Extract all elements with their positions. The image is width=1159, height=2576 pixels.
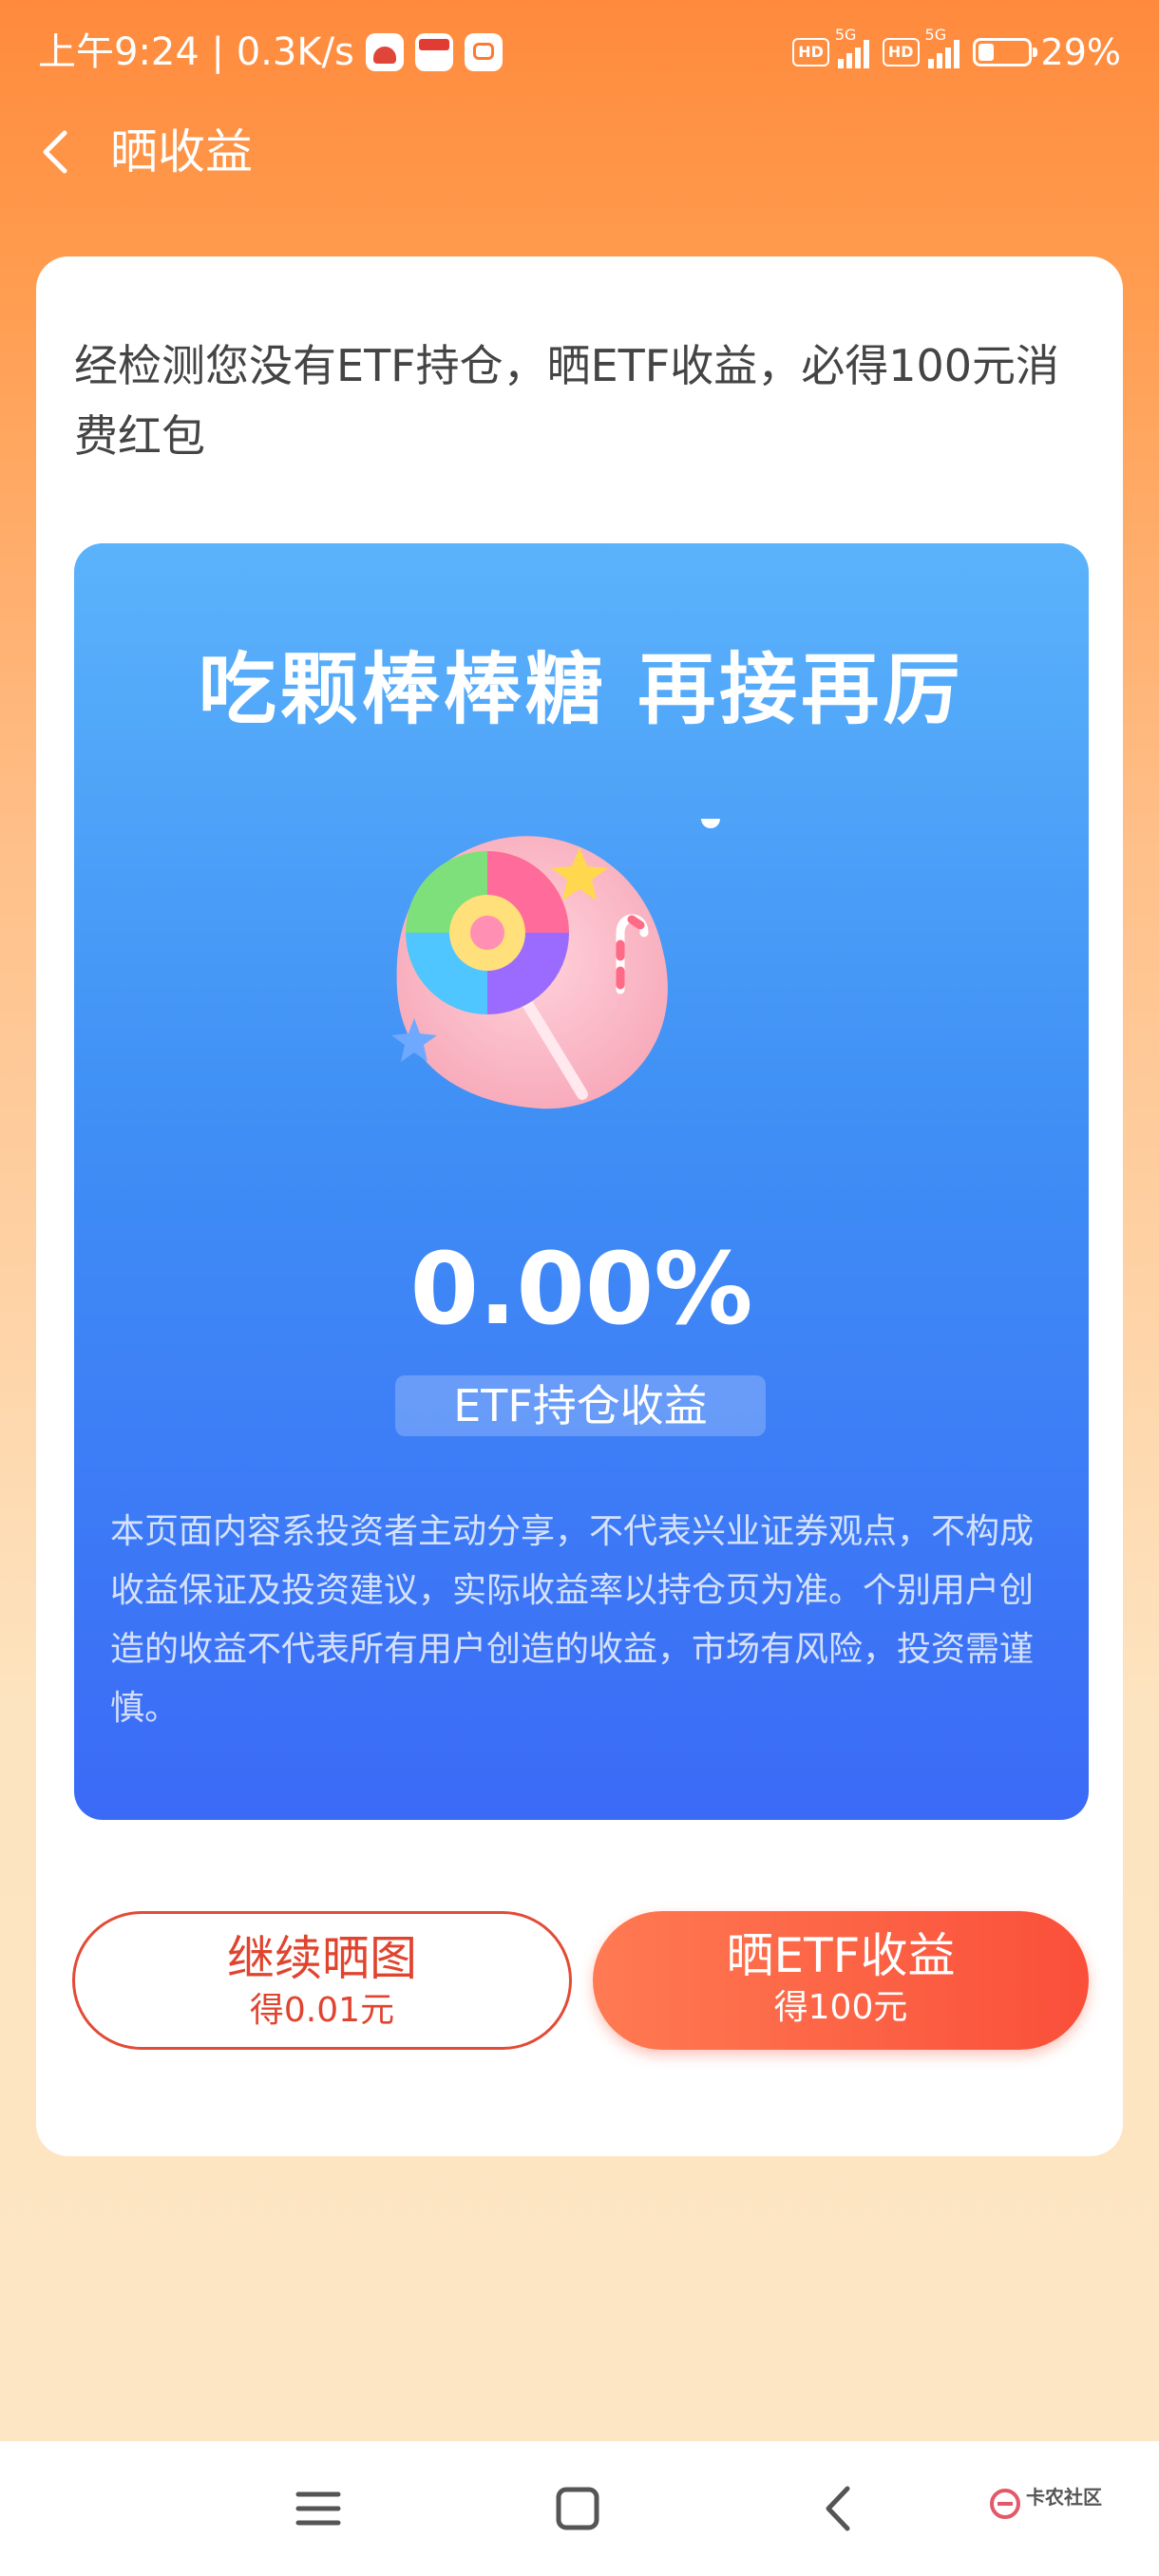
signal-icon: 5G [835, 27, 869, 68]
share-panel: 吃颗棒棒糖 再接再厉 0.00% ETF持仓收益 本页面内容系投资者主动分享，不… [74, 543, 1089, 1820]
menu-icon [295, 2491, 341, 2526]
main-card: 经检测您没有ETF持仓，晒ETF收益，必得100元消费红包 吃颗棒棒糖 再接再厉 [36, 256, 1123, 2156]
intro-text: 经检测您没有ETF持仓，晒ETF收益，必得100元消费红包 [74, 340, 1060, 462]
continue-share-button[interactable]: 继续晒图 得0.01元 [72, 1911, 572, 2050]
chevron-left-icon [43, 130, 67, 174]
system-nav-bar: 卡农社区 [0, 2441, 1159, 2576]
battery-percent: 29% [1040, 31, 1121, 73]
share-etf-reward: 得100元 [773, 1988, 908, 2027]
status-time-speed: 上午9:24 | 0.3K/s [38, 30, 354, 74]
message-app-icon [464, 33, 503, 71]
hd-badge-2: HD [882, 38, 920, 66]
share-etf-button[interactable]: 晒ETF收益 得100元 [593, 1911, 1089, 2050]
app-notification-icon [365, 33, 404, 71]
status-bar: 上午9:24 | 0.3K/s HD 5G HD 5G 29% [0, 0, 1159, 104]
home-square-icon [556, 2487, 599, 2530]
watermark-logo-icon [990, 2489, 1020, 2519]
home-button[interactable] [544, 2475, 611, 2542]
status-left: 上午9:24 | 0.3K/s [38, 27, 503, 78]
recent-apps-button[interactable] [285, 2475, 352, 2542]
status-right: HD 5G HD 5G 29% [792, 27, 1121, 78]
back-button[interactable] [28, 122, 89, 182]
calendar-app-icon [414, 33, 453, 71]
continue-share-label: 继续晒图 [227, 1931, 417, 1986]
continue-share-reward: 得0.01元 [249, 1991, 395, 2030]
battery-icon [972, 38, 1037, 66]
share-etf-label: 晒ETF收益 [726, 1928, 956, 1983]
watermark: 卡农社区 [986, 2485, 1129, 2532]
header: 晒收益 [0, 104, 1159, 199]
page-title: 晒收益 [110, 124, 253, 180]
back-chevron-icon [826, 2486, 850, 2531]
watermark-text: 卡农社区 [1026, 2486, 1102, 2509]
disclaimer-text: 本页面内容系投资者主动分享，不代表兴业证券观点，不构成收益保证及投资建议，实际收… [110, 1512, 1035, 1728]
yield-value: 0.00% [409, 1231, 753, 1347]
signal-icon-2: 5G [925, 27, 960, 68]
lollipop-illustration [391, 819, 720, 1109]
system-back-button[interactable] [806, 2475, 872, 2542]
panel-headline: 吃颗棒棒糖 再接再厉 [198, 645, 965, 735]
yield-label: ETF持仓收益 [395, 1375, 766, 1436]
hd-badge: HD [792, 38, 829, 66]
